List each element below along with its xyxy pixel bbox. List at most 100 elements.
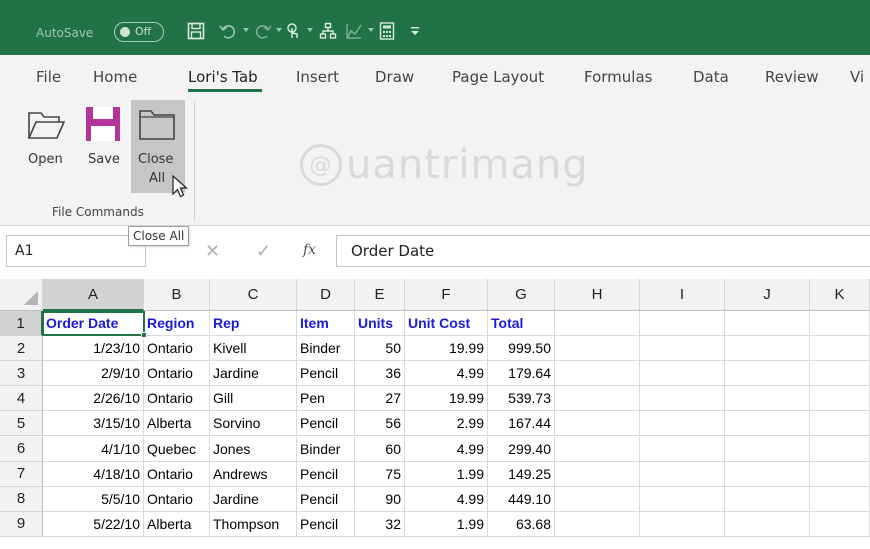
header-cell[interactable] bbox=[555, 311, 640, 337]
header-cell[interactable]: Item bbox=[297, 311, 355, 337]
org-chart-icon[interactable] bbox=[317, 20, 339, 42]
data-cell[interactable]: Sorvino bbox=[210, 411, 297, 437]
data-cell[interactable]: 90 bbox=[355, 486, 405, 512]
column-header-a[interactable]: A bbox=[43, 279, 144, 311]
save-button[interactable] bbox=[85, 106, 121, 146]
row-header-4[interactable]: 4 bbox=[0, 386, 43, 412]
autosave-toggle[interactable]: Off bbox=[114, 22, 164, 42]
data-cell[interactable] bbox=[725, 461, 810, 487]
data-cell[interactable]: Ontario bbox=[144, 386, 210, 412]
save-icon[interactable] bbox=[185, 20, 207, 42]
data-cell[interactable] bbox=[555, 486, 640, 512]
data-cell[interactable]: 27 bbox=[355, 386, 405, 412]
data-cell[interactable] bbox=[555, 336, 640, 362]
data-cell[interactable]: Andrews bbox=[210, 461, 297, 487]
data-cell[interactable]: 1/23/10 bbox=[43, 336, 144, 362]
tab-page-layout[interactable]: Page Layout bbox=[452, 68, 544, 86]
header-cell[interactable]: Rep bbox=[210, 311, 297, 337]
row-header-3[interactable]: 3 bbox=[0, 361, 43, 387]
insert-function-icon[interactable]: fx bbox=[303, 242, 316, 258]
row-header-2[interactable]: 2 bbox=[0, 336, 43, 362]
data-cell[interactable]: 19.99 bbox=[405, 336, 488, 362]
touch-mode-icon[interactable] bbox=[282, 20, 304, 42]
header-cell[interactable] bbox=[640, 311, 725, 337]
data-cell[interactable]: 56 bbox=[355, 411, 405, 437]
column-header-g[interactable]: G bbox=[488, 279, 555, 311]
data-cell[interactable]: 4/18/10 bbox=[43, 461, 144, 487]
undo-dropdown-icon[interactable] bbox=[243, 28, 249, 32]
data-cell[interactable]: 2/9/10 bbox=[43, 361, 144, 387]
select-all-corner[interactable] bbox=[0, 279, 43, 311]
data-cell[interactable] bbox=[640, 461, 725, 487]
data-cell[interactable]: Pencil bbox=[297, 511, 355, 537]
row-header-1[interactable]: 1 bbox=[0, 311, 43, 337]
data-cell[interactable] bbox=[810, 361, 870, 387]
data-cell[interactable]: 167.44 bbox=[488, 411, 555, 437]
data-cell[interactable]: Ontario bbox=[144, 486, 210, 512]
data-cell[interactable]: Pencil bbox=[297, 411, 355, 437]
column-header-h[interactable]: H bbox=[555, 279, 640, 311]
data-cell[interactable]: Binder bbox=[297, 436, 355, 462]
tab-home[interactable]: Home bbox=[93, 68, 137, 86]
data-cell[interactable] bbox=[555, 361, 640, 387]
data-cell[interactable]: Jardine bbox=[210, 486, 297, 512]
formula-input[interactable]: Order Date bbox=[337, 235, 870, 267]
data-cell[interactable] bbox=[640, 436, 725, 462]
data-cell[interactable] bbox=[725, 436, 810, 462]
column-header-k[interactable]: K bbox=[810, 279, 870, 311]
data-cell[interactable] bbox=[725, 411, 810, 437]
data-cell[interactable] bbox=[555, 461, 640, 487]
header-cell[interactable]: Total bbox=[488, 311, 555, 337]
data-cell[interactable]: 50 bbox=[355, 336, 405, 362]
data-cell[interactable]: Pencil bbox=[297, 486, 355, 512]
data-cell[interactable]: Ontario bbox=[144, 336, 210, 362]
data-cell[interactable] bbox=[725, 361, 810, 387]
data-cell[interactable]: Gill bbox=[210, 386, 297, 412]
header-cell[interactable]: Order Date bbox=[43, 311, 144, 337]
data-cell[interactable]: 449.10 bbox=[488, 486, 555, 512]
data-cell[interactable]: 999.50 bbox=[488, 336, 555, 362]
header-cell[interactable] bbox=[810, 311, 870, 337]
data-cell[interactable]: 60 bbox=[355, 436, 405, 462]
data-cell[interactable]: Kivell bbox=[210, 336, 297, 362]
data-cell[interactable] bbox=[725, 336, 810, 362]
data-cell[interactable] bbox=[810, 336, 870, 362]
enter-check-icon[interactable]: ✓ bbox=[256, 241, 271, 262]
data-cell[interactable] bbox=[555, 386, 640, 412]
header-cell[interactable] bbox=[725, 311, 810, 337]
tab-loris-tab[interactable]: Lori's Tab bbox=[188, 68, 258, 86]
data-cell[interactable]: 4.99 bbox=[405, 361, 488, 387]
column-header-d[interactable]: D bbox=[297, 279, 355, 311]
data-cell[interactable] bbox=[810, 511, 870, 537]
data-cell[interactable]: Binder bbox=[297, 336, 355, 362]
tab-view[interactable]: Vi bbox=[850, 68, 864, 86]
tab-insert[interactable]: Insert bbox=[296, 68, 339, 86]
tab-review[interactable]: Review bbox=[765, 68, 819, 86]
data-cell[interactable]: Pencil bbox=[297, 461, 355, 487]
data-cell[interactable]: 539.73 bbox=[488, 386, 555, 412]
column-header-c[interactable]: C bbox=[210, 279, 297, 311]
column-header-j[interactable]: J bbox=[725, 279, 810, 311]
name-box[interactable]: A1 bbox=[6, 235, 146, 267]
data-cell[interactable] bbox=[725, 386, 810, 412]
data-cell[interactable] bbox=[640, 386, 725, 412]
undo-icon[interactable] bbox=[217, 20, 239, 42]
data-cell[interactable]: 1.99 bbox=[405, 511, 488, 537]
touch-dropdown-icon[interactable] bbox=[307, 28, 313, 32]
tab-formulas[interactable]: Formulas bbox=[584, 68, 652, 86]
column-header-b[interactable]: B bbox=[144, 279, 210, 311]
data-cell[interactable]: Jones bbox=[210, 436, 297, 462]
data-cell[interactable]: 1.99 bbox=[405, 461, 488, 487]
data-cell[interactable] bbox=[640, 511, 725, 537]
calculator-icon[interactable] bbox=[376, 20, 398, 42]
column-header-e[interactable]: E bbox=[355, 279, 405, 311]
data-cell[interactable] bbox=[640, 361, 725, 387]
data-cell[interactable] bbox=[810, 436, 870, 462]
open-button[interactable] bbox=[26, 108, 66, 146]
data-cell[interactable]: 4.99 bbox=[405, 486, 488, 512]
fill-handle[interactable] bbox=[141, 332, 147, 338]
data-cell[interactable]: 299.40 bbox=[488, 436, 555, 462]
row-header-8[interactable]: 8 bbox=[0, 486, 43, 512]
chart-dropdown-icon[interactable] bbox=[368, 28, 374, 32]
row-header-6[interactable]: 6 bbox=[0, 436, 43, 462]
